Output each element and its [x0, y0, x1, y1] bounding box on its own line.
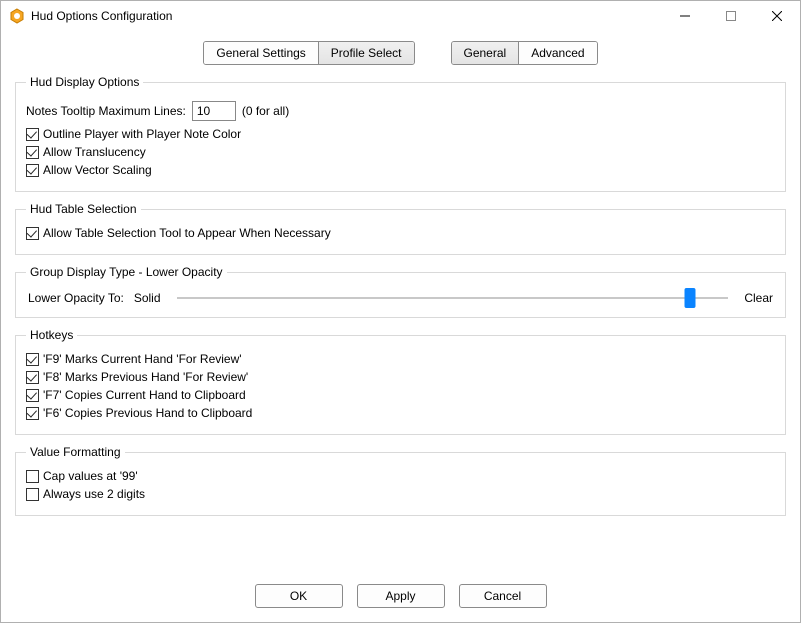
checkbox-hotkey-f7[interactable]: 'F7' Copies Current Hand to Clipboard	[26, 388, 775, 402]
checkbox-always-two-digits[interactable]: Always use 2 digits	[26, 487, 775, 501]
maximize-icon	[726, 11, 736, 21]
legend-hud-display-options: Hud Display Options	[26, 75, 143, 89]
checkbox-icon	[26, 164, 39, 177]
group-hotkeys: Hotkeys 'F9' Marks Current Hand 'For Rev…	[15, 328, 786, 435]
checkbox-outline-player[interactable]: Outline Player with Player Note Color	[26, 127, 775, 141]
checkbox-icon	[26, 488, 39, 501]
notes-tooltip-hint: (0 for all)	[242, 104, 289, 118]
notes-tooltip-label: Notes Tooltip Maximum Lines:	[26, 104, 186, 118]
opacity-slider[interactable]	[177, 297, 729, 299]
tabs-left: General Settings Profile Select	[203, 41, 414, 65]
checkbox-icon	[26, 371, 39, 384]
legend-hud-table-selection: Hud Table Selection	[26, 202, 141, 216]
tab-rows: General Settings Profile Select General …	[15, 37, 786, 75]
checkbox-label: Allow Vector Scaling	[43, 163, 152, 177]
window-controls	[662, 1, 800, 31]
checkbox-allow-table-selection-tool[interactable]: Allow Table Selection Tool to Appear Whe…	[26, 226, 775, 240]
checkbox-allow-translucency[interactable]: Allow Translucency	[26, 145, 775, 159]
legend-hotkeys: Hotkeys	[26, 328, 77, 342]
app-icon	[9, 8, 25, 24]
checkbox-allow-vector-scaling[interactable]: Allow Vector Scaling	[26, 163, 775, 177]
tab-advanced[interactable]: Advanced	[519, 42, 596, 64]
tab-profile-select[interactable]: Profile Select	[319, 42, 414, 64]
window-title: Hud Options Configuration	[31, 9, 172, 23]
tab-general[interactable]: General	[452, 42, 520, 64]
checkbox-icon	[26, 470, 39, 483]
checkbox-cap-values-99[interactable]: Cap values at '99'	[26, 469, 775, 483]
checkbox-label: Outline Player with Player Note Color	[43, 127, 241, 141]
checkbox-icon	[26, 353, 39, 366]
checkbox-label: 'F8' Marks Previous Hand 'For Review'	[43, 370, 248, 384]
checkbox-label: 'F6' Copies Previous Hand to Clipboard	[43, 406, 252, 420]
checkbox-label: Always use 2 digits	[43, 487, 145, 501]
checkbox-label: Allow Translucency	[43, 145, 146, 159]
checkbox-hotkey-f8[interactable]: 'F8' Marks Previous Hand 'For Review'	[26, 370, 775, 384]
minimize-icon	[680, 11, 690, 21]
opacity-slider-thumb[interactable]	[684, 288, 695, 308]
checkbox-icon	[26, 227, 39, 240]
checkbox-icon	[26, 407, 39, 420]
apply-button[interactable]: Apply	[357, 584, 445, 608]
checkbox-label: 'F7' Copies Current Hand to Clipboard	[43, 388, 246, 402]
cancel-button[interactable]: Cancel	[459, 584, 547, 608]
title-bar: Hud Options Configuration	[1, 1, 800, 31]
legend-value-formatting: Value Formatting	[26, 445, 125, 459]
legend-lower-opacity: Group Display Type - Lower Opacity	[26, 265, 227, 279]
checkbox-label: 'F9' Marks Current Hand 'For Review'	[43, 352, 242, 366]
group-hud-display-options: Hud Display Options Notes Tooltip Maximu…	[15, 75, 786, 192]
close-icon	[772, 11, 782, 21]
tabs-right: General Advanced	[451, 41, 598, 65]
footer-buttons: OK Apply Cancel	[1, 584, 800, 608]
group-lower-opacity: Group Display Type - Lower Opacity Lower…	[15, 265, 786, 318]
group-value-formatting: Value Formatting Cap values at '99' Alwa…	[15, 445, 786, 516]
slider-right-label: Clear	[744, 291, 773, 305]
maximize-button[interactable]	[708, 1, 754, 31]
group-hud-table-selection: Hud Table Selection Allow Table Selectio…	[15, 202, 786, 255]
checkbox-hotkey-f6[interactable]: 'F6' Copies Previous Hand to Clipboard	[26, 406, 775, 420]
slider-left-label: Solid	[134, 291, 161, 305]
lower-opacity-label: Lower Opacity To:	[28, 291, 124, 305]
checkbox-icon	[26, 389, 39, 402]
notes-tooltip-max-lines-input[interactable]	[192, 101, 236, 121]
tab-general-settings[interactable]: General Settings	[204, 42, 318, 64]
minimize-button[interactable]	[662, 1, 708, 31]
checkbox-label: Allow Table Selection Tool to Appear Whe…	[43, 226, 331, 240]
checkbox-icon	[26, 146, 39, 159]
checkbox-hotkey-f9[interactable]: 'F9' Marks Current Hand 'For Review'	[26, 352, 775, 366]
close-button[interactable]	[754, 1, 800, 31]
ok-button[interactable]: OK	[255, 584, 343, 608]
checkbox-label: Cap values at '99'	[43, 469, 138, 483]
checkbox-icon	[26, 128, 39, 141]
